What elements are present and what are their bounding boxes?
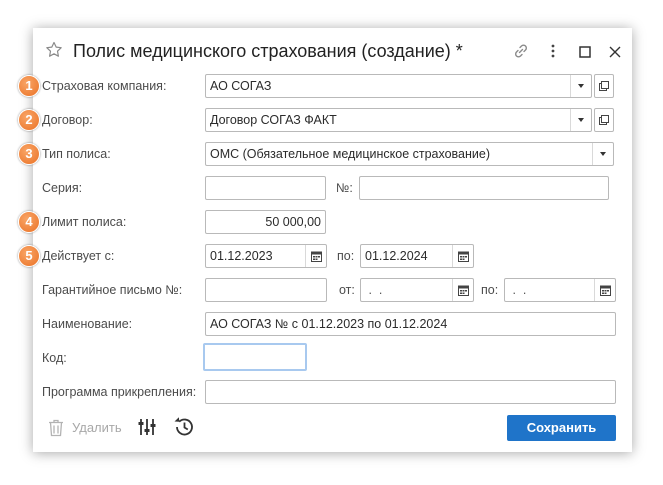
- open-icon: [599, 115, 609, 125]
- name-field[interactable]: АО СОГАЗ № с 01.12.2023 по 01.12.2024: [205, 312, 616, 336]
- dropdown-arrow-icon[interactable]: [570, 109, 591, 131]
- more-icon[interactable]: [549, 43, 557, 64]
- step-badge-2: 2: [18, 109, 40, 131]
- valid-from-value: 01.12.2023: [210, 249, 273, 263]
- step-badge-4: 4: [18, 211, 40, 233]
- guarantee-to-value: . .: [509, 283, 527, 297]
- dropdown-arrow-icon[interactable]: [570, 75, 591, 97]
- contract-label: Договор:: [42, 113, 93, 127]
- valid-to-label: по:: [337, 249, 355, 263]
- policy-type-label: Тип полиса:: [42, 147, 111, 161]
- settings-sliders-icon[interactable]: [137, 417, 157, 442]
- contract-value: Договор СОГАЗ ФАКТ: [210, 113, 337, 127]
- limit-value: 50 000,00: [265, 215, 321, 229]
- guarantee-to-label: по:: [481, 283, 499, 297]
- open-icon: [599, 81, 609, 91]
- guarantee-label: Гарантийное письмо №:: [42, 283, 183, 297]
- step-badge-5: 5: [18, 245, 40, 267]
- valid-from-label: Действует с:: [42, 249, 115, 263]
- calendar-icon[interactable]: [452, 245, 473, 267]
- calendar-icon[interactable]: [594, 279, 615, 301]
- number-field[interactable]: [359, 176, 609, 200]
- valid-to-value: 01.12.2024: [365, 249, 428, 263]
- program-field[interactable]: [205, 380, 616, 404]
- limit-field[interactable]: 50 000,00: [205, 210, 326, 234]
- link-icon[interactable]: [513, 43, 529, 64]
- calendar-icon[interactable]: [452, 279, 473, 301]
- name-label: Наименование:: [42, 317, 133, 331]
- maximize-icon[interactable]: [579, 45, 591, 63]
- policy-type-field[interactable]: ОМС (Обязательное медицинское страховани…: [205, 142, 614, 166]
- window-title: Полис медицинского страхования (создание…: [73, 41, 463, 61]
- series-field[interactable]: [205, 176, 326, 200]
- contract-open-button[interactable]: [594, 108, 614, 132]
- star-icon[interactable]: [45, 41, 63, 64]
- contract-field[interactable]: Договор СОГАЗ ФАКТ: [205, 108, 592, 132]
- dropdown-arrow-icon[interactable]: [592, 143, 613, 165]
- insurer-field[interactable]: АО СОГАЗ: [205, 74, 592, 98]
- insurer-value: АО СОГАЗ: [210, 79, 272, 93]
- trash-icon: [48, 419, 64, 442]
- limit-label: Лимит полиса:: [42, 215, 127, 229]
- step-badge-3: 3: [18, 143, 40, 165]
- valid-from-field[interactable]: 01.12.2023: [205, 244, 327, 268]
- policy-type-value: ОМС (Обязательное медицинское страховани…: [210, 147, 491, 161]
- guarantee-from-label: от:: [339, 283, 355, 297]
- close-icon[interactable]: [609, 45, 621, 63]
- policy-dialog: Полис медицинского страхования (создание…: [33, 28, 632, 452]
- insurer-label: Страховая компания:: [42, 79, 167, 93]
- history-icon[interactable]: [173, 417, 194, 442]
- save-button[interactable]: Сохранить: [507, 415, 616, 441]
- guarantee-from-value: . .: [365, 283, 383, 297]
- guarantee-from-field[interactable]: . .: [360, 278, 474, 302]
- delete-button[interactable]: Удалить: [72, 420, 122, 436]
- series-label: Серия:: [42, 181, 83, 195]
- step-badge-1: 1: [18, 75, 40, 97]
- guarantee-number-field[interactable]: [205, 278, 327, 302]
- program-label: Программа прикрепления:: [42, 385, 197, 399]
- code-field[interactable]: [203, 343, 307, 371]
- name-value: АО СОГАЗ № с 01.12.2023 по 01.12.2024: [210, 317, 448, 331]
- number-label: №:: [336, 181, 353, 195]
- code-label: Код:: [42, 351, 67, 365]
- guarantee-to-field[interactable]: . .: [504, 278, 616, 302]
- valid-to-field[interactable]: 01.12.2024: [360, 244, 474, 268]
- calendar-icon[interactable]: [305, 245, 326, 267]
- insurer-open-button[interactable]: [594, 74, 614, 98]
